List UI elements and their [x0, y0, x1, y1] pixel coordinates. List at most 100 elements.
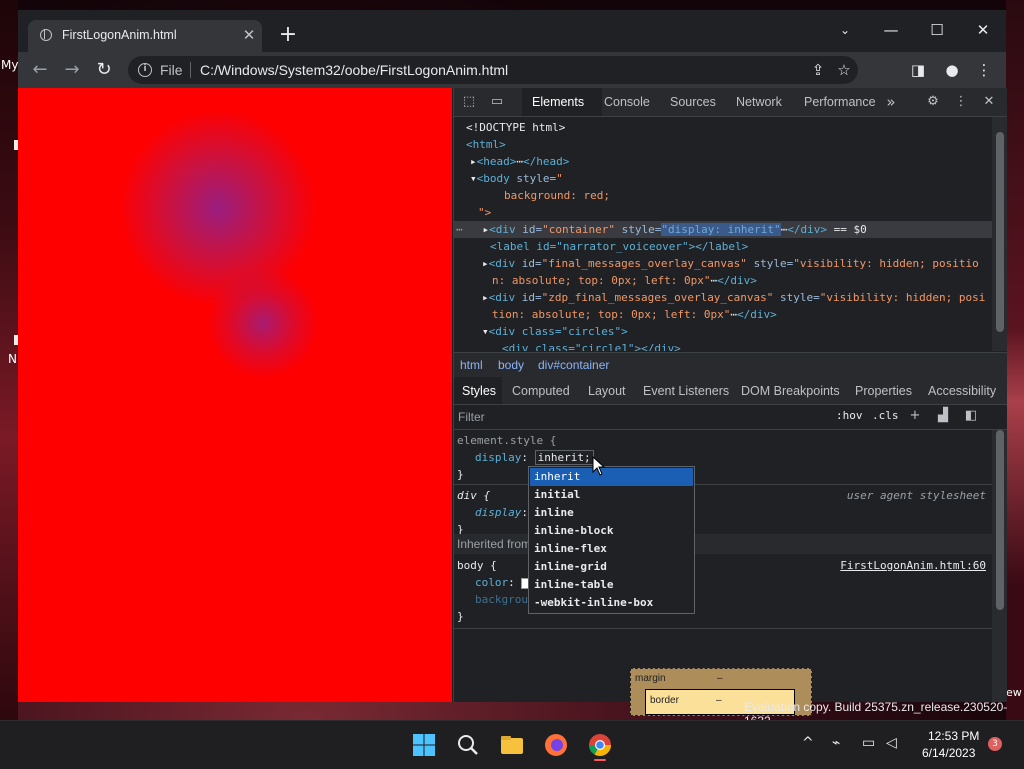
autocomplete-option[interactable]: inline-table: [530, 576, 693, 594]
dom-line[interactable]: <label id="narrator_voiceover"></label>: [490, 238, 748, 255]
breadcrumb-div-container[interactable]: div#container: [538, 358, 609, 372]
filter-input[interactable]: Filter: [458, 408, 826, 426]
volume-icon[interactable]: ◁: [886, 735, 897, 751]
autocomplete-option[interactable]: inherit: [530, 468, 693, 486]
dom-line[interactable]: tion: absolute; top: 0px; left: 0px"⋯</d…: [492, 306, 777, 323]
rule-selector[interactable]: element.style {: [457, 432, 556, 449]
autocomplete-option[interactable]: initial: [530, 486, 693, 504]
border-value[interactable]: –: [716, 695, 722, 706]
profile-icon[interactable]: ●: [940, 58, 964, 82]
style-declaration[interactable]: backgroun: [475, 591, 535, 608]
dom-scrollbar-thumb[interactable]: [996, 132, 1004, 332]
menu-kebab-icon[interactable]: ⋮: [972, 58, 996, 82]
style-declaration[interactable]: color:: [475, 574, 533, 591]
tab-elements[interactable]: Elements: [532, 95, 584, 109]
network-icon[interactable]: ⌁: [832, 735, 840, 751]
minimize-button[interactable]: —: [868, 16, 914, 44]
dom-line[interactable]: ▾<div class="circles">: [482, 323, 628, 340]
style-declaration[interactable]: display: inherit;: [475, 449, 594, 466]
notification-badge[interactable]: 3: [988, 737, 1002, 751]
margin-value[interactable]: –: [717, 673, 723, 684]
tab-accessibility[interactable]: Accessibility: [928, 384, 996, 398]
gear-icon[interactable]: ⚙: [924, 93, 942, 111]
dom-line-selected[interactable]: ⋯ ▸<div id="container" style="display: i…: [456, 221, 867, 238]
source-link[interactable]: FirstLogonAnim.html:60: [840, 557, 986, 574]
css-prop[interactable]: display: [475, 451, 521, 464]
desktop-icon-label[interactable]: ew: [1006, 686, 1022, 699]
desktop-icon-label[interactable]: N: [8, 352, 17, 366]
hov-toggle[interactable]: :hov: [836, 409, 863, 422]
share-icon[interactable]: ⇪: [808, 60, 828, 80]
device-toolbar-icon[interactable]: ▭: [488, 93, 506, 111]
maximize-button[interactable]: ☐: [914, 16, 960, 44]
reload-icon[interactable]: ↻: [92, 58, 116, 82]
new-rule-icon[interactable]: +: [906, 407, 924, 425]
autocomplete-option[interactable]: inline-flex: [530, 540, 693, 558]
dom-line[interactable]: ▸<head>⋯</head>: [470, 153, 569, 170]
dom-line[interactable]: <!DOCTYPE html>: [466, 119, 565, 136]
browser-tab[interactable]: FirstLogonAnim.html ✕: [28, 20, 262, 52]
dom-line[interactable]: ▸<div id="final_messages_overlay_canvas"…: [482, 255, 979, 272]
dom-line[interactable]: n: absolute; top: 0px; left: 0px"⋯</div>: [492, 272, 757, 289]
dom-line[interactable]: ▸<div id="zdp_final_messages_overlay_can…: [482, 289, 985, 306]
info-icon[interactable]: i: [138, 63, 152, 77]
url-text[interactable]: C:/Windows/System32/oobe/FirstLogonAnim.…: [200, 62, 508, 78]
paint-brush-icon[interactable]: ▟: [934, 407, 952, 425]
side-panel-icon[interactable]: ◨: [906, 58, 930, 82]
inspect-element-icon[interactable]: ⬚: [460, 93, 478, 111]
rule-selector[interactable]: div {: [457, 487, 490, 504]
tab-dom-breakpoints[interactable]: DOM Breakpoints: [741, 384, 840, 398]
tab-performance[interactable]: Performance: [804, 95, 876, 109]
collapse-arrow-icon[interactable]: ▾: [482, 325, 489, 338]
tab-styles[interactable]: Styles: [462, 384, 496, 398]
kebab-icon[interactable]: ⋮: [952, 93, 970, 111]
page-viewport[interactable]: [18, 88, 452, 702]
dom-line[interactable]: background: red;: [504, 187, 610, 204]
dots-icon[interactable]: ⋯: [456, 223, 463, 236]
autocomplete-option[interactable]: inline: [530, 504, 693, 522]
rule-selector[interactable]: body {: [457, 557, 497, 574]
clock-date[interactable]: 6/14/2023: [922, 746, 975, 760]
expand-arrow-icon[interactable]: ▸: [482, 257, 489, 270]
cls-toggle[interactable]: .cls: [872, 409, 899, 422]
breadcrumb-body[interactable]: body: [498, 358, 524, 372]
css-prop[interactable]: backgroun: [475, 593, 535, 606]
tab-computed[interactable]: Computed: [512, 384, 570, 398]
autocomplete-option[interactable]: inline-block: [530, 522, 693, 540]
chrome-icon[interactable]: [584, 729, 616, 761]
file-explorer-icon[interactable]: [496, 729, 528, 761]
tab-event-listeners[interactable]: Event Listeners: [643, 384, 729, 398]
forward-arrow-icon[interactable]: →: [60, 58, 84, 82]
tab-sources[interactable]: Sources: [670, 95, 716, 109]
search-icon[interactable]: [452, 729, 484, 761]
new-tab-button[interactable]: +: [276, 24, 300, 48]
close-window-button[interactable]: ✕: [960, 16, 1006, 44]
expand-arrow-icon[interactable]: ▸: [482, 291, 489, 304]
collapse-arrow-icon[interactable]: ▾: [470, 172, 477, 185]
dom-line[interactable]: <html>: [466, 136, 506, 153]
desktop-icon-label[interactable]: My: [1, 58, 18, 72]
tab-properties[interactable]: Properties: [855, 384, 912, 398]
back-arrow-icon[interactable]: ←: [28, 58, 52, 82]
autocomplete-dropdown[interactable]: inherit initial inline inline-block inli…: [528, 466, 695, 614]
tab-network[interactable]: Network: [736, 95, 782, 109]
clock-time[interactable]: 12:53 PM: [928, 729, 979, 743]
dom-line[interactable]: <div class="circle1"></div>: [502, 340, 681, 351]
toggle-sidebar-icon[interactable]: ◧: [962, 407, 980, 425]
tab-console[interactable]: Console: [604, 95, 650, 109]
styles-scrollbar-thumb[interactable]: [996, 430, 1004, 610]
autocomplete-option[interactable]: inline-grid: [530, 558, 693, 576]
bookmark-star-icon[interactable]: ☆: [834, 60, 854, 80]
tab-close-button[interactable]: ✕: [240, 26, 258, 44]
monitor-icon[interactable]: ▭: [862, 735, 875, 751]
dom-line[interactable]: ">: [478, 204, 491, 221]
css-value-editor[interactable]: inherit;: [534, 450, 594, 465]
autocomplete-option[interactable]: -webkit-inline-box: [530, 594, 693, 612]
breadcrumb-html[interactable]: html: [460, 358, 483, 372]
chevron-up-icon[interactable]: ^: [802, 735, 814, 751]
expand-arrow-icon[interactable]: ▸: [470, 155, 477, 168]
dom-line[interactable]: ▾<body style=": [470, 170, 563, 187]
address-bar[interactable]: i File C:/Windows/System32/oobe/FirstLog…: [128, 56, 858, 84]
close-devtools-icon[interactable]: ✕: [980, 93, 998, 111]
windows-start-icon[interactable]: [408, 729, 440, 761]
